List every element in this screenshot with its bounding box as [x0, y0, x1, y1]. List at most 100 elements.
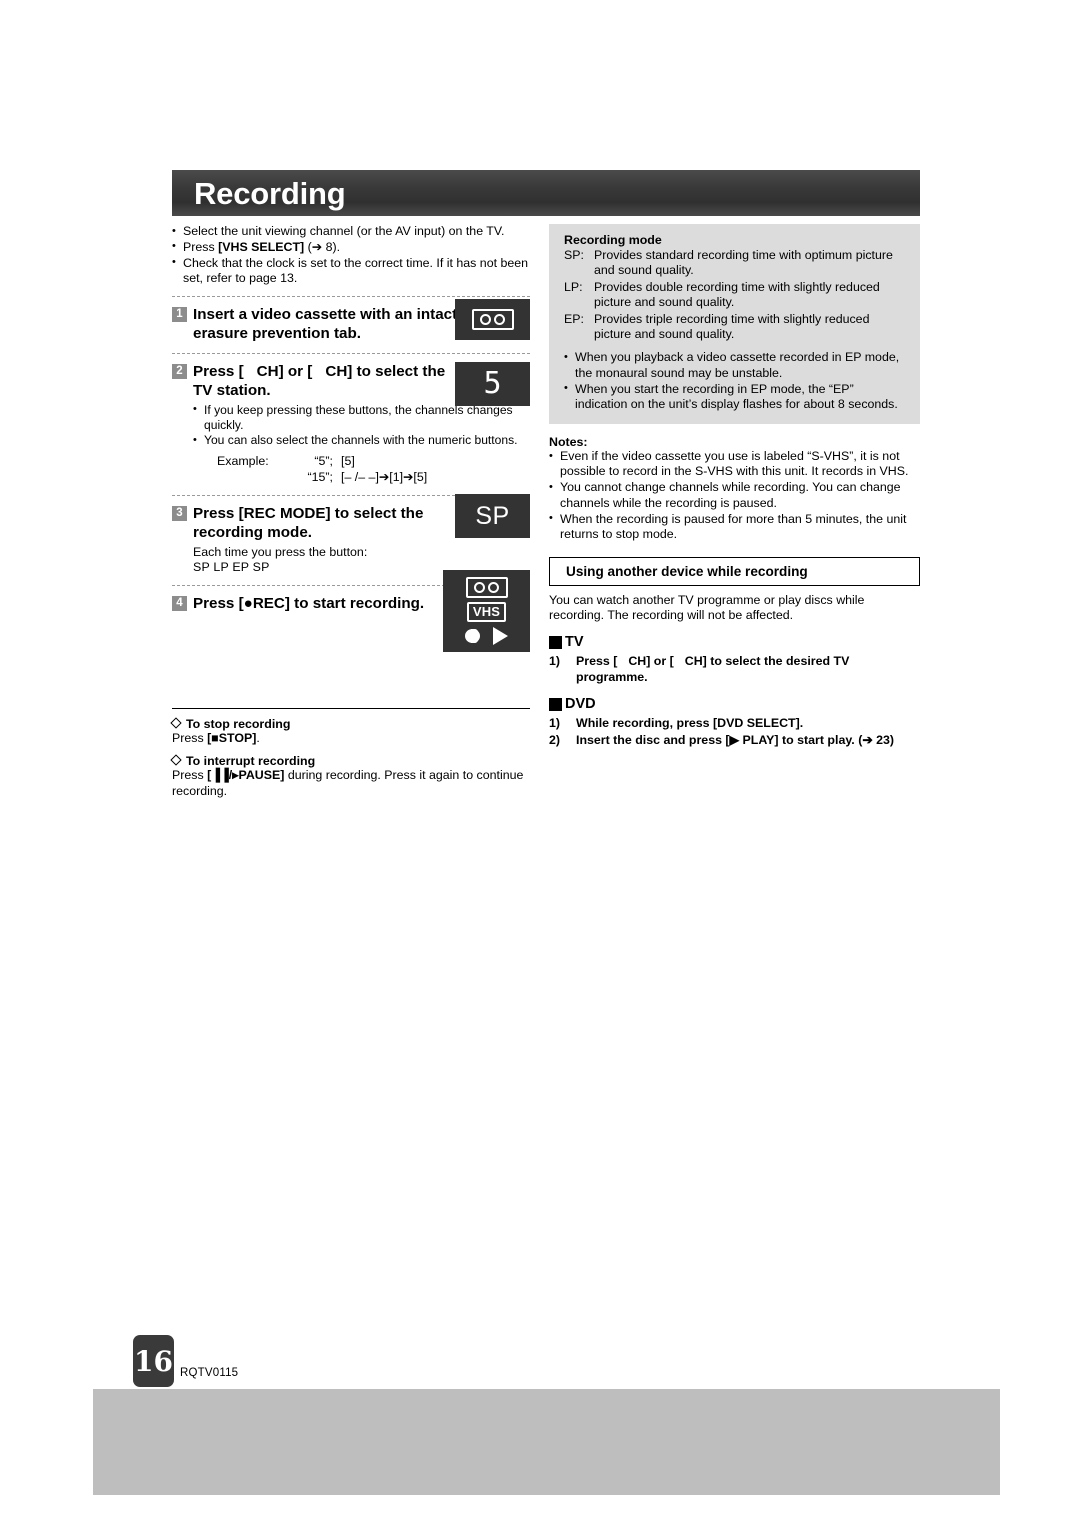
list-item: Even if the video cassette you use is la… [549, 449, 920, 480]
list-item: Select the unit viewing channel (or the … [172, 223, 530, 239]
cassette-reel-left-icon [474, 582, 485, 593]
black-square-icon [549, 635, 562, 649]
step-number-badge: 1 [172, 307, 187, 323]
rec-mode-display-text: SP [475, 501, 510, 530]
intro-press-ref: (➔ 8). [304, 239, 341, 254]
example-row: “15”; [– /– –]➔[1]➔[5] [217, 470, 530, 486]
channel-example-block: Example: “5”; [5] “15”; [– /– –]➔[1]➔[5] [217, 454, 530, 486]
mode-row: SP: Provides standard recording time wit… [564, 248, 908, 279]
step-title: Press [REC MODE] to select the recording… [193, 504, 424, 542]
stop-period: . [256, 730, 260, 745]
notes-title: Notes: [549, 435, 588, 450]
step-2-bullets: If you keep pressing these buttons, the … [193, 402, 530, 449]
mode-row: EP: Provides triple recording time with … [564, 312, 908, 343]
mode-definition: Provides double recording time with slig… [594, 279, 880, 310]
stop-press-text: Press [172, 730, 208, 745]
cassette-reel-left-icon [480, 314, 491, 325]
interrupt-press-text: Press [172, 768, 208, 783]
mode-key: SP: [564, 248, 584, 262]
divider [172, 707, 530, 709]
notes-list: Even if the video cassette you use is la… [549, 449, 920, 542]
page-header-bar: Recording [172, 170, 920, 216]
dvd-subsection-heading: DVD [549, 696, 920, 712]
example-label: Example: [217, 454, 269, 469]
rec-mode-display-panel: SP [455, 494, 530, 538]
step-number: 1) [549, 716, 561, 731]
transport-indicator-row [443, 627, 530, 645]
dvd-heading-label: DVD [565, 696, 596, 713]
step-text: Press [CH] or [CH] to select the desired… [576, 654, 850, 685]
page-number-badge: 16 [133, 1335, 174, 1387]
mode-key: EP: [564, 311, 584, 326]
example-keys: [5] [341, 454, 355, 469]
stop-recording-heading: To stop recording [170, 716, 530, 731]
example-row: Example: “5”; [5] [217, 454, 530, 470]
dvd-step-1: 1) While recording, press [DVD SELECT]. [549, 715, 920, 731]
mode-key: LP: [564, 279, 583, 294]
list-item: Check that the clock is set to the corre… [172, 255, 530, 287]
list-item: If you keep pressing these buttons, the … [193, 402, 530, 433]
list-item: You cannot change channels while recordi… [549, 480, 920, 511]
recording-status-panel: VHS [443, 570, 530, 652]
stop-key: [■STOP] [207, 730, 257, 745]
divider [172, 352, 530, 354]
divider [172, 295, 530, 297]
recording-mode-notes-list: When you playback a video cassette recor… [564, 350, 908, 412]
interrupt-recording-text: Press [▐▐/▸PAUSE] during recording. Pres… [172, 768, 530, 799]
cassette-icon [465, 577, 508, 598]
example-label-spacer [217, 470, 289, 486]
example-keys: [– /– –]➔[1]➔[5] [341, 469, 428, 484]
play-triangle-icon [493, 627, 508, 645]
tv-subsection-heading: TV [549, 634, 920, 650]
stop-recording-label: To stop recording [186, 716, 291, 731]
step-number-badge: 4 [172, 596, 187, 612]
intro-bullet-list: Select the unit viewing channel (or the … [172, 223, 530, 287]
cassette-illustration-panel [455, 299, 530, 340]
example-channel: “5”; [314, 454, 333, 469]
list-item: When you start the recording in EP mode,… [564, 381, 908, 413]
black-square-icon [549, 697, 562, 711]
step2-title-mid: CH] or [ [256, 362, 313, 380]
step-text: Insert the disc and press [▶ PLAY] to st… [576, 733, 895, 748]
tv-step-1: 1) Press [CH] or [CH] to select the desi… [549, 653, 920, 685]
step-number-badge: 3 [172, 506, 187, 522]
right-column: Recording mode SP: Provides standard rec… [549, 224, 920, 749]
cassette-icon [471, 309, 514, 330]
pause-key: [▐▐/▸PAUSE] [207, 768, 285, 783]
step-title: Press [●REC] to start recording. [193, 594, 425, 612]
list-item: When you playback a video cassette recor… [564, 350, 908, 381]
channel-display-panel: 5 [455, 362, 530, 406]
document-code: RQTV0115 [180, 1367, 239, 1379]
step-2-body: If you keep pressing these buttons, the … [193, 402, 530, 486]
page-title: Recording [194, 175, 346, 211]
tv-heading-label: TV [565, 634, 584, 651]
mode-row: LP: Provides double recording time with … [564, 280, 908, 311]
dvd-step-2: 2) Insert the disc and press [▶ PLAY] to… [549, 732, 920, 748]
footer-bar [93, 1389, 1000, 1495]
diamond-icon [170, 717, 182, 729]
stop-recording-text: Press [■STOP]. [172, 731, 530, 746]
intro-press-text: Press [183, 239, 219, 254]
recording-mode-box-title: Recording mode [564, 233, 662, 247]
another-device-intro: You can watch another TV programme or pl… [549, 592, 865, 622]
vhs-select-key: [VHS SELECT] [218, 239, 305, 254]
cassette-reel-right-icon [488, 582, 499, 593]
another-device-section-title: Using another device while recording [549, 556, 920, 586]
list-item: Press [VHS SELECT] (➔ 8). [172, 239, 530, 255]
diamond-icon [170, 754, 182, 766]
cassette-reel-right-icon [494, 314, 505, 325]
mode-definition: Provides triple recording time with slig… [594, 311, 870, 342]
notes-section: Notes: Even if the video cassette you us… [549, 435, 920, 542]
channel-digit-display: 5 [483, 366, 502, 401]
step-title: Press [CH] or [CH] to select the TV stat… [193, 362, 461, 401]
step-number: 1) [549, 654, 561, 669]
record-half-icon [471, 629, 479, 643]
recording-mode-info-box: Recording mode SP: Provides standard rec… [549, 224, 920, 425]
list-item: When the recording is paused for more th… [549, 511, 920, 543]
vhs-indicator-label: VHS [466, 602, 507, 622]
interrupt-recording-label: To interrupt recording [186, 754, 316, 769]
step-number: 2) [549, 733, 561, 748]
step-text: While recording, press [DVD SELECT]. [576, 716, 804, 731]
rec-mode-hint: Each time you press the button: [193, 544, 368, 559]
step2-title-pre: Press [ [193, 362, 244, 380]
